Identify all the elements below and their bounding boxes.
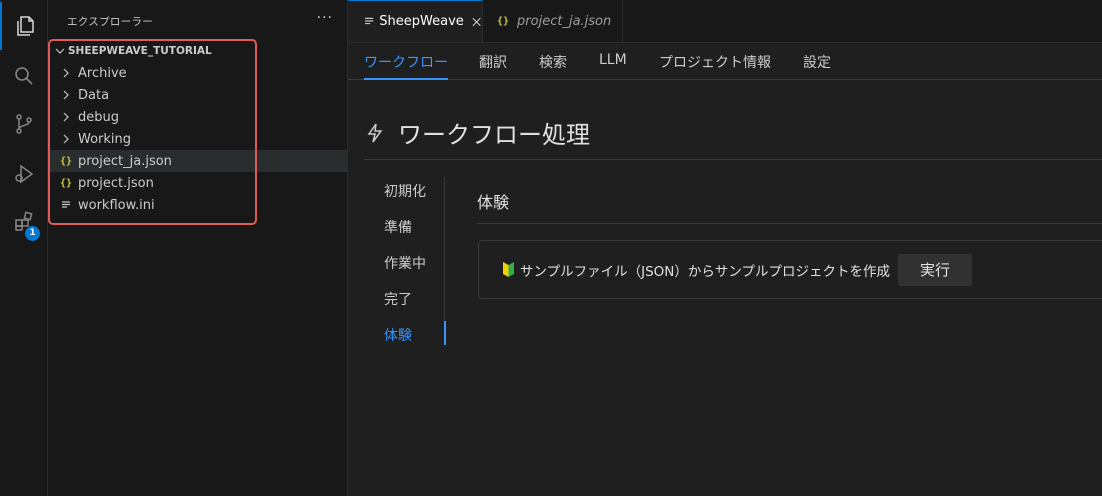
run-debug-button[interactable] xyxy=(0,150,47,198)
explorer-title: エクスプローラー xyxy=(67,16,154,28)
subnav-working[interactable]: 作業中 xyxy=(384,253,426,273)
nav-settings[interactable]: 設定 xyxy=(803,52,831,78)
close-icon[interactable] xyxy=(471,16,482,28)
section-divider xyxy=(477,223,1102,224)
nav-search[interactable]: 検索 xyxy=(539,52,567,78)
nav-workflow[interactable]: ワークフロー xyxy=(364,52,448,80)
nav-translate[interactable]: 翻訳 xyxy=(479,52,507,78)
subnav-init[interactable]: 初期化 xyxy=(384,181,426,201)
section-title: 体験 xyxy=(477,193,510,212)
workspace-root-label: SHEEPWEAVE_TUTORIAL xyxy=(68,45,212,57)
extensions-badge: 1 xyxy=(25,226,40,241)
subnav-active-indicator xyxy=(444,321,446,345)
preview-lines-icon xyxy=(365,17,374,25)
tree-item-label: project.json xyxy=(78,175,154,191)
tree-item-label: Archive xyxy=(78,65,127,81)
tree-item-label: Working xyxy=(78,131,132,147)
files-icon xyxy=(16,16,34,36)
chevron-right-icon xyxy=(58,134,74,144)
chevron-down-icon xyxy=(55,48,65,54)
run-debug-icon xyxy=(14,164,33,184)
lightning-icon xyxy=(367,123,383,142)
activity-bar: 1 xyxy=(0,0,48,496)
chevron-right-icon xyxy=(58,90,74,100)
tree-item-label: workflow.ini xyxy=(78,197,155,213)
tree-item-label: Data xyxy=(78,87,110,103)
source-control-button[interactable] xyxy=(0,100,47,148)
json-file-icon: {} xyxy=(59,177,73,189)
tree-file-project-ja-json[interactable]: {} project_ja.json xyxy=(48,150,347,172)
tree-file-workflow-ini[interactable]: workflow.ini xyxy=(48,194,347,216)
sample-project-card: サンプルファイル（JSON）からサンプルプロジェクトを作成 実行 xyxy=(478,240,1102,299)
webview-content: ワークフロー 翻訳 検索 LLM プロジェクト情報 設定 ワークフロー処理 初期… xyxy=(348,43,1102,496)
json-file-icon: {} xyxy=(497,15,510,27)
tab-sheepweave[interactable]: SheepWeave xyxy=(348,0,483,42)
run-button[interactable]: 実行 xyxy=(897,253,972,286)
tab-project-ja-json[interactable]: {} project_ja.json xyxy=(483,0,623,42)
subnav-done[interactable]: 完了 xyxy=(384,289,412,309)
page-title: ワークフロー処理 xyxy=(398,121,590,149)
search-icon xyxy=(14,67,33,85)
chevron-right-icon xyxy=(58,68,74,78)
beginner-mark-icon xyxy=(503,262,514,277)
subnav-experience[interactable]: 体験 xyxy=(384,325,412,345)
page-header: ワークフロー処理 xyxy=(364,115,590,150)
more-actions-button[interactable]: ··· xyxy=(317,10,333,26)
subnav-divider xyxy=(444,177,445,345)
search-button[interactable] xyxy=(0,52,47,100)
explorer-sidebar: エクスプローラー ··· SHEEPWEAVE_TUTORIAL Archive… xyxy=(48,0,348,496)
nav-project-info[interactable]: プロジェクト情報 xyxy=(659,52,771,78)
tree-folder-archive[interactable]: Archive xyxy=(48,62,347,84)
settings-file-icon xyxy=(58,200,74,210)
tab-label: project_ja.json xyxy=(517,13,612,29)
editor-tab-bar: SheepWeave {} project_ja.json xyxy=(348,0,1102,43)
nav-llm[interactable]: LLM xyxy=(599,52,627,78)
workflow-subnav: 初期化 準備 作業中 完了 体験 xyxy=(348,177,446,345)
tree-folder-data[interactable]: Data xyxy=(48,84,347,106)
tree-item-label: debug xyxy=(78,109,119,125)
card-description: サンプルファイル（JSON）からサンプルプロジェクトを作成 xyxy=(520,263,890,280)
tree-item-label: project_ja.json xyxy=(78,153,172,169)
chevron-right-icon xyxy=(58,112,74,122)
explorer-button[interactable] xyxy=(0,2,49,50)
top-nav: ワークフロー 翻訳 検索 LLM プロジェクト情報 設定 xyxy=(348,43,1102,80)
header-divider xyxy=(364,159,1102,160)
tree-file-project-json[interactable]: {} project.json xyxy=(48,172,347,194)
tab-label: SheepWeave xyxy=(379,14,464,29)
source-control-icon xyxy=(15,114,32,134)
extensions-button[interactable]: 1 xyxy=(0,198,47,246)
json-file-icon: {} xyxy=(59,155,73,167)
workspace-root[interactable]: SHEEPWEAVE_TUTORIAL xyxy=(54,42,212,60)
tree-folder-debug[interactable]: debug xyxy=(48,106,347,128)
subnav-prepare[interactable]: 準備 xyxy=(384,217,412,237)
tree-folder-working[interactable]: Working xyxy=(48,128,347,150)
